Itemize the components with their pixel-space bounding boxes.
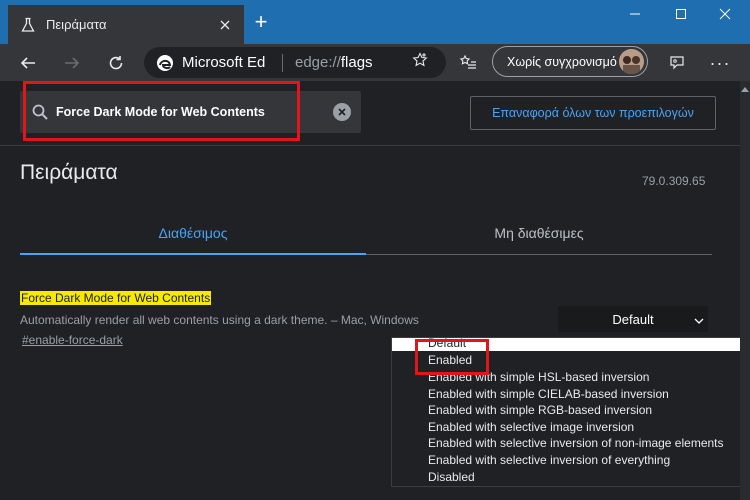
url-path: flags <box>340 54 373 71</box>
flag-state-select[interactable]: Default <box>558 306 708 332</box>
scroll-up-arrow-icon[interactable] <box>740 84 750 94</box>
tab-available[interactable]: Διαθέσιμος <box>20 211 366 255</box>
annotation-box-enabled <box>415 339 489 375</box>
url-text[interactable]: edge://flags <box>295 54 373 71</box>
dropdown-option-disabled[interactable]: Disabled <box>428 469 475 485</box>
favorites-icon[interactable] <box>456 52 480 74</box>
divider <box>0 145 740 146</box>
minimize-icon[interactable] <box>620 3 650 25</box>
scrollbar[interactable] <box>740 81 750 500</box>
dropdown-option-image-inversion[interactable]: Enabled with selective image inversion <box>428 419 634 435</box>
address-bar[interactable]: Microsoft Ed edge://flags <box>144 47 446 78</box>
dropdown-option-rgb[interactable]: Enabled with simple RGB-based inversion <box>428 402 652 418</box>
flask-icon <box>20 17 36 33</box>
sync-profile-button[interactable]: Χωρίς συγχρονισμό <box>492 46 648 77</box>
flag-title: Force Dark Mode for Web Contents <box>20 291 212 305</box>
close-icon[interactable] <box>710 3 740 25</box>
browser-tab[interactable]: Πειράματα <box>8 5 244 44</box>
version-label: 79.0.309.65 <box>642 174 706 188</box>
flags-page: Επαναφορά όλων των προεπιλογών Πειράματα… <box>0 81 750 500</box>
reset-all-button[interactable]: Επαναφορά όλων των προεπιλογών <box>470 96 716 130</box>
title-bar: Πειράματα + <box>0 0 750 44</box>
site-name: Microsoft Ed <box>182 54 266 71</box>
feedback-icon[interactable] <box>666 52 688 74</box>
back-arrow-icon[interactable] <box>14 49 42 77</box>
flag-state-value: Default <box>612 311 654 327</box>
forward-arrow-icon[interactable] <box>58 49 86 77</box>
new-tab-button[interactable]: + <box>249 11 273 35</box>
tab-close-icon[interactable] <box>216 16 234 34</box>
address-separator <box>282 53 283 72</box>
edge-logo-icon <box>156 54 174 72</box>
reload-icon[interactable] <box>102 49 130 77</box>
clear-search-icon[interactable] <box>333 103 351 121</box>
dropdown-option-cielab[interactable]: Enabled with simple CIELAB-based inversi… <box>428 386 669 402</box>
sync-label: Χωρίς συγχρονισμό <box>507 54 617 69</box>
avatar <box>619 49 644 74</box>
maximize-icon[interactable] <box>666 3 696 25</box>
annotation-box-search <box>23 81 300 141</box>
flag-anchor-link[interactable]: #enable-force-dark <box>22 333 123 347</box>
favorite-star-icon[interactable] <box>408 49 432 71</box>
chevron-down-icon <box>694 314 704 324</box>
tab-title: Πειράματα <box>46 17 107 32</box>
flag-description: Automatically render all web contents us… <box>20 313 419 327</box>
tab-underline <box>366 254 712 255</box>
dropdown-option-non-image-inversion[interactable]: Enabled with selective inversion of non-… <box>428 435 724 451</box>
more-menu-icon[interactable]: ··· <box>706 52 734 74</box>
dropdown-option-everything-inversion[interactable]: Enabled with selective inversion of ever… <box>428 452 670 468</box>
page-title: Πειράματα <box>20 161 118 184</box>
tab-unavailable[interactable]: Μη διαθέσιμες <box>366 211 712 255</box>
url-scheme: edge:// <box>295 54 341 71</box>
